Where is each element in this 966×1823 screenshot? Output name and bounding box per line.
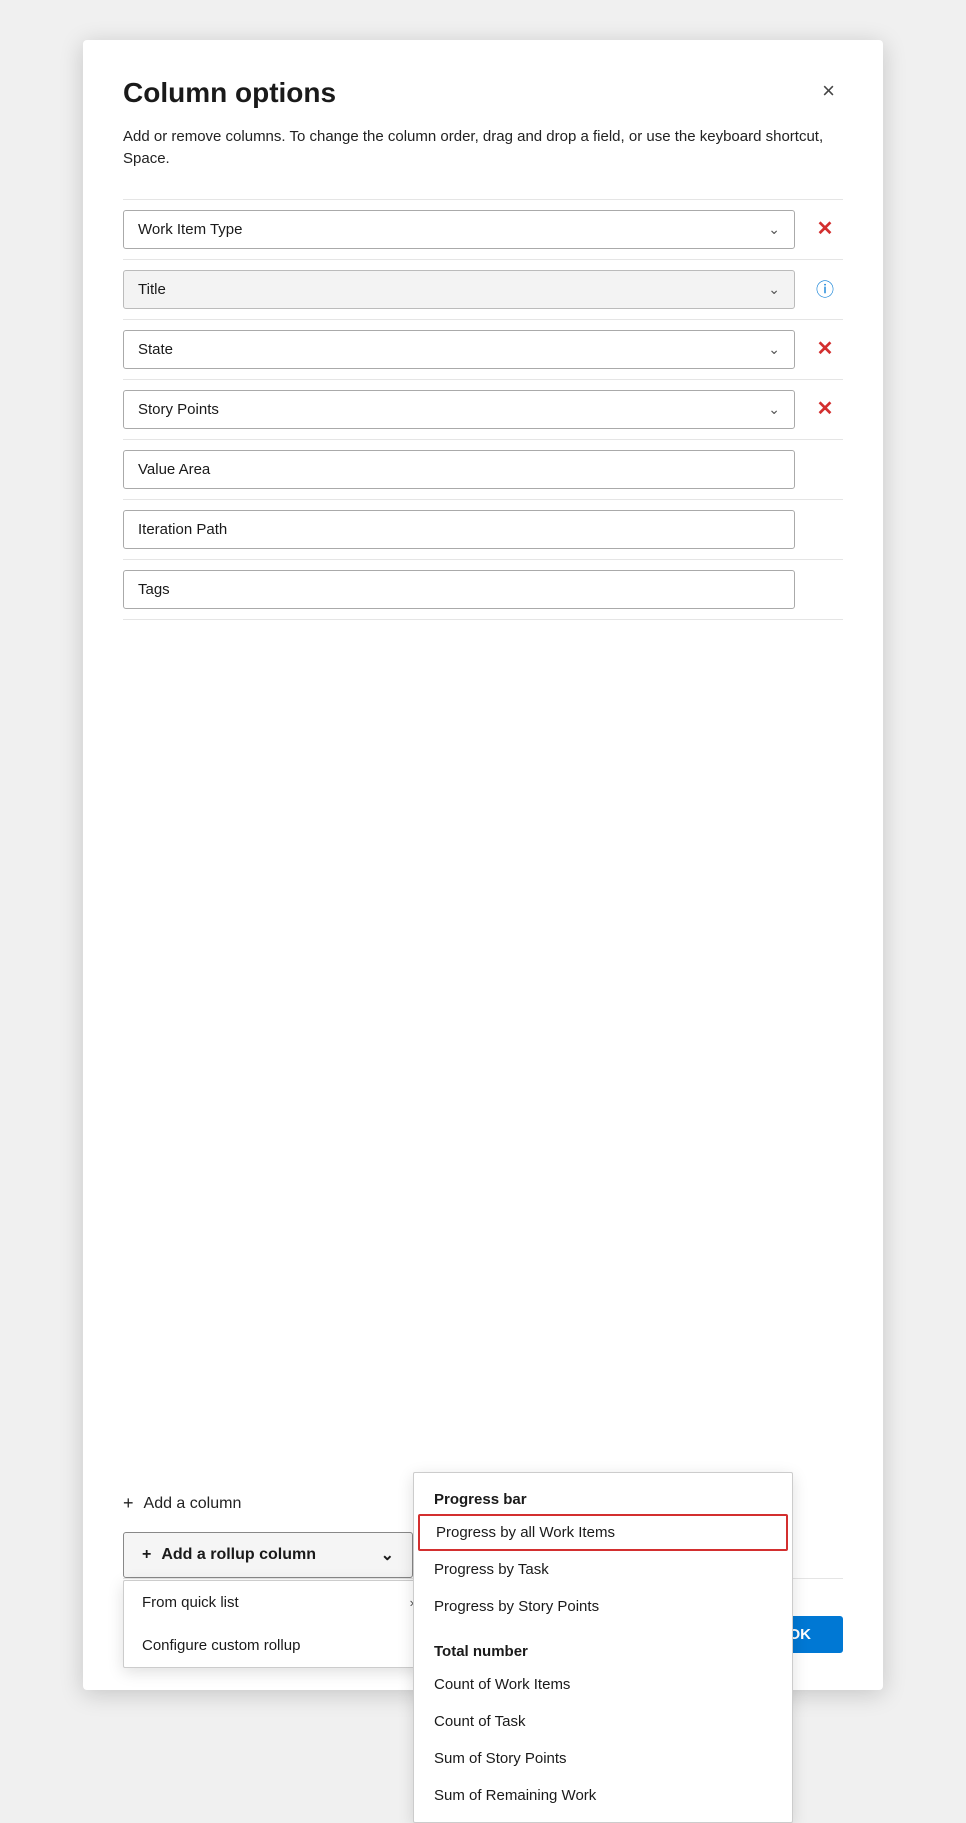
col-action: ✕ [807,397,843,421]
col-label: Title [138,281,166,298]
columns-area: Work Item Type ⌄ ✕ Title ⌄ ⓘ State ⌄ [123,199,843,1475]
progress-story-item[interactable]: Progress by Story Points [414,1588,792,1625]
col-action: ✕ [807,217,843,241]
state-select[interactable]: State ⌄ [123,330,795,369]
plus-icon: + [142,1546,151,1564]
count-work-items-label: Count of Work Items [434,1676,570,1693]
sum-story-points-label: Sum of Story Points [434,1750,567,1767]
col-label: Value Area [138,461,210,478]
tags-select[interactable]: Tags [123,570,795,609]
column-row: Iteration Path [123,500,843,560]
count-task-label: Count of Task [434,1713,525,1730]
dialog-header: Column options × [123,76,843,110]
col-label: Iteration Path [138,521,227,538]
title-select[interactable]: Title ⌄ [123,270,795,309]
column-row: State ⌄ ✕ [123,320,843,380]
close-button[interactable]: × [814,76,843,106]
column-row: Value Area [123,440,843,500]
count-work-items-item[interactable]: Count of Work Items [414,1666,792,1703]
col-label: Work Item Type [138,221,242,238]
chevron-down-icon: ⌄ [768,401,780,418]
info-button[interactable]: ⓘ [812,276,838,302]
value-area-select[interactable]: Value Area [123,450,795,489]
col-action: ⓘ [807,276,843,302]
column-options-dialog: Column options × Add or remove columns. … [83,40,883,1690]
add-rollup-column-button[interactable]: + Add a rollup column ⌄ [123,1532,413,1578]
rollup-area: + Add a rollup column ⌄ From quick list … [123,1532,843,1578]
from-quick-list-item[interactable]: From quick list › [124,1581,432,1624]
progress-all-item[interactable]: Progress by all Work Items [418,1514,788,1551]
count-task-item[interactable]: Count of Task [414,1703,792,1740]
column-row: Tags [123,560,843,620]
remove-column-button[interactable]: ✕ [811,337,840,361]
remove-column-button[interactable]: ✕ [811,397,840,421]
col-label: Tags [138,581,170,598]
chevron-down-icon: ⌄ [768,221,780,238]
work-item-type-select[interactable]: Work Item Type ⌄ [123,210,795,249]
chevron-down-icon: ⌄ [381,1545,394,1565]
column-row: Story Points ⌄ ✕ [123,380,843,440]
col-label: State [138,341,173,358]
progress-task-label: Progress by Task [434,1561,549,1578]
col-label: Story Points [138,401,219,418]
sum-remaining-work-label: Sum of Remaining Work [434,1787,596,1804]
dialog-title: Column options [123,76,336,110]
sum-remaining-work-item[interactable]: Sum of Remaining Work [414,1777,792,1814]
progress-submenu: Progress bar Progress by all Work Items … [413,1472,793,1823]
add-column-label: Add a column [144,1495,242,1513]
column-row: Work Item Type ⌄ ✕ [123,199,843,260]
column-row: Title ⌄ ⓘ [123,260,843,320]
col-action: ✕ [807,337,843,361]
configure-custom-rollup-item[interactable]: Configure custom rollup [124,1624,432,1667]
plus-icon: + [123,1493,134,1514]
iteration-path-select[interactable]: Iteration Path [123,510,795,549]
rollup-btn-label: Add a rollup column [161,1546,316,1564]
remove-column-button[interactable]: ✕ [811,217,840,241]
chevron-down-icon: ⌄ [768,281,780,298]
configure-custom-label: Configure custom rollup [142,1637,300,1654]
total-number-group-label: Total number [414,1633,792,1666]
from-quick-list-label: From quick list [142,1594,239,1611]
progress-all-label: Progress by all Work Items [436,1524,615,1541]
rollup-dropdown: From quick list › Configure custom rollu… [123,1580,433,1668]
progress-bar-group-label: Progress bar [414,1481,792,1514]
dialog-subtitle: Add or remove columns. To change the col… [123,126,843,171]
progress-story-label: Progress by Story Points [434,1598,599,1615]
progress-task-item[interactable]: Progress by Task [414,1551,792,1588]
chevron-down-icon: ⌄ [768,341,780,358]
story-points-select[interactable]: Story Points ⌄ [123,390,795,429]
sum-story-points-item[interactable]: Sum of Story Points [414,1740,792,1777]
